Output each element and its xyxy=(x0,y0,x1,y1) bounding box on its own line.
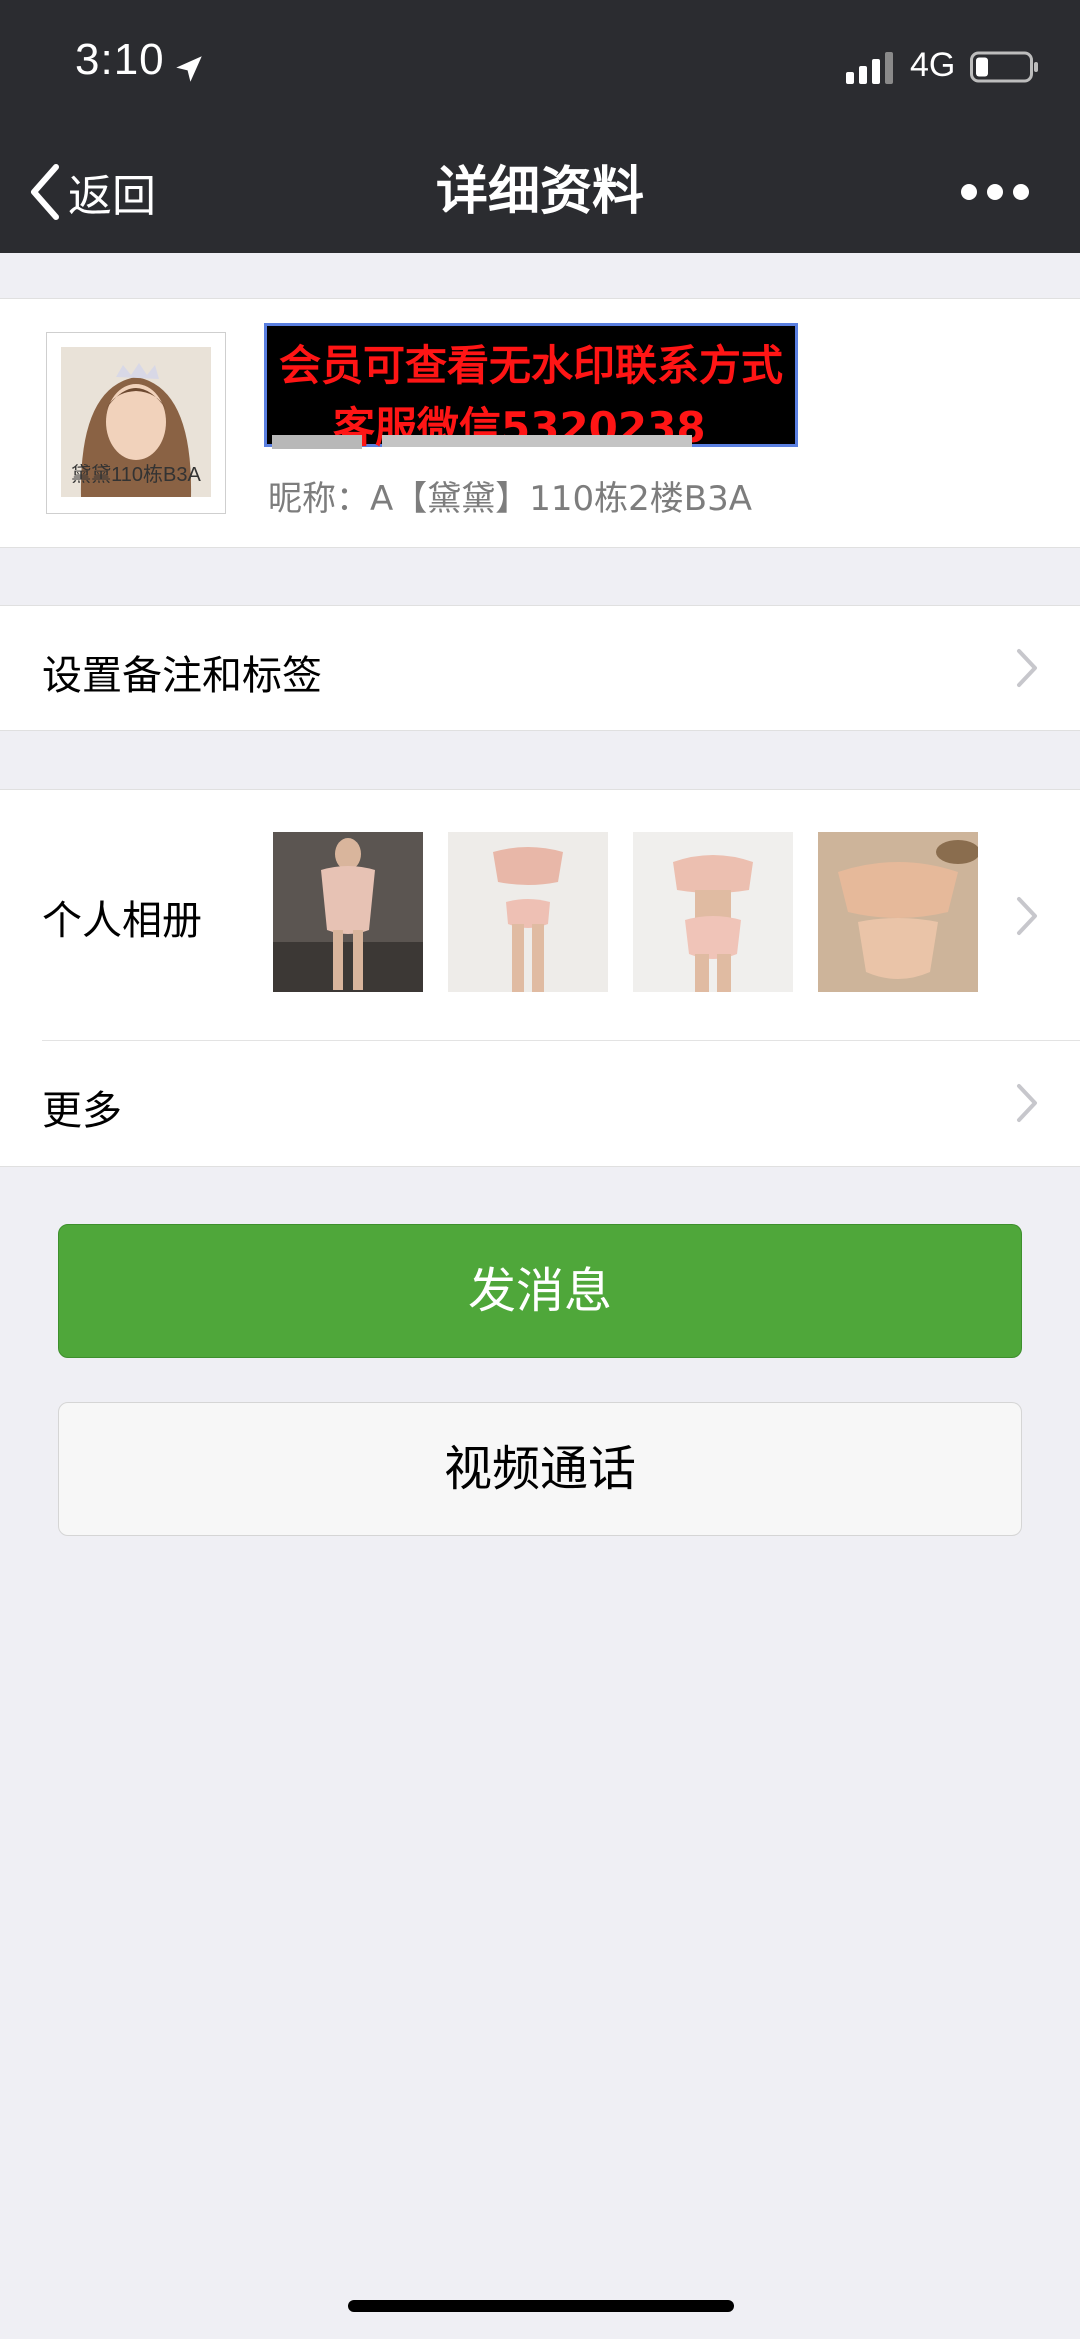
chevron-right-icon xyxy=(1017,649,1037,687)
personal-album-row[interactable]: 个人相册 xyxy=(0,790,1080,1040)
set-remark-tags-row[interactable]: 设置备注和标签 xyxy=(0,606,1080,730)
network-type: 4G xyxy=(910,46,956,84)
watermark-line-1: 会员可查看无水印联系方式 xyxy=(278,341,783,390)
location-arrow-icon xyxy=(176,56,202,82)
signal-icon xyxy=(846,52,893,84)
profile-card: 黛黛110栋B3A 会员可查看无水印联系方式 客服微信5320238 昵称：A【… xyxy=(0,298,1080,548)
status-bar: 3:10 4G xyxy=(0,0,1080,132)
set-remark-tags-label: 设置备注和标签 xyxy=(42,653,322,699)
video-call-button[interactable]: 视频通话 xyxy=(58,1402,1022,1536)
remark-group: 设置备注和标签 xyxy=(0,605,1080,731)
home-indicator[interactable] xyxy=(348,2300,734,2312)
watermark-overlay: 会员可查看无水印联系方式 客服微信5320238 xyxy=(264,323,798,452)
album-thumbnail[interactable] xyxy=(273,832,423,992)
more-row[interactable]: 更多 xyxy=(0,1040,1080,1166)
album-thumbnail[interactable] xyxy=(633,832,793,992)
more-label: 更多 xyxy=(42,1088,122,1134)
top-bar: 3:10 4G 返回 详细资料 xyxy=(0,0,1080,253)
nickname: 昵称：A【黛黛】110栋2楼B3A xyxy=(268,479,753,519)
chevron-right-icon xyxy=(1017,897,1037,935)
chevron-right-icon xyxy=(1017,1084,1037,1122)
album-more-group: 个人相册 更多 xyxy=(0,789,1080,1167)
nav-bar: 返回 详细资料 xyxy=(0,132,1080,253)
album-thumbnails xyxy=(273,832,978,992)
album-thumbnail[interactable] xyxy=(818,832,978,992)
obscured-wechat-id xyxy=(272,435,692,449)
page-title: 详细资料 xyxy=(435,162,644,222)
battery-icon xyxy=(970,51,1038,83)
more-options-icon[interactable] xyxy=(960,174,1030,210)
avatar-caption: 黛黛110栋B3A xyxy=(71,464,201,486)
album-thumbnail[interactable] xyxy=(448,832,608,992)
status-time: 3:10 xyxy=(75,35,165,84)
personal-album-label: 个人相册 xyxy=(42,898,202,944)
send-message-button[interactable]: 发消息 xyxy=(58,1224,1022,1358)
avatar[interactable]: 黛黛110栋B3A xyxy=(46,332,226,514)
